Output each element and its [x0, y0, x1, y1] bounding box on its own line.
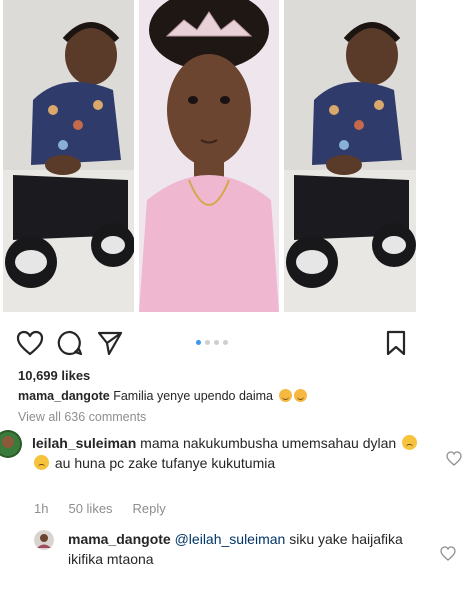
photo-girl-center	[139, 0, 279, 312]
comment-body-part2: au huna pc zake tufanye kukutumia	[54, 455, 276, 471]
comment-like-icon[interactable]	[446, 451, 462, 466]
bookmark-icon[interactable]	[382, 330, 410, 356]
reply-button[interactable]: Reply	[133, 501, 166, 516]
carousel-dot	[214, 340, 219, 345]
reply-mention[interactable]: @leilah_suleiman	[175, 531, 286, 547]
emoji-icon	[34, 455, 49, 470]
avatar[interactable]	[34, 530, 54, 550]
reply-username[interactable]: mama_dangote	[68, 531, 171, 547]
comment-meta: 1h 50 likes Reply	[34, 501, 166, 516]
view-all-comments-link[interactable]: View all 636 comments	[18, 410, 146, 424]
comment-time: 1h	[34, 501, 49, 516]
emoji-icon	[293, 389, 307, 402]
comment-likes[interactable]: 50 likes	[68, 501, 112, 516]
carousel-dot	[196, 340, 201, 345]
comment-body-part1: mama nakukumbusha umemsahau dylan	[140, 435, 397, 451]
photo-boy-right	[284, 0, 416, 312]
photo-boy-left	[3, 0, 134, 312]
heart-icon[interactable]	[16, 330, 44, 356]
post-action-bar	[0, 322, 466, 362]
comment-icon[interactable]	[56, 330, 84, 356]
post-image-collage[interactable]	[0, 0, 466, 316]
caption-username[interactable]: mama_dangote	[18, 389, 110, 403]
emoji-icon	[278, 389, 292, 402]
reply-text: mama_dangote @leilah_suleiman siku yake …	[68, 529, 418, 569]
likes-count[interactable]: 10,699 likes	[18, 368, 90, 383]
share-icon[interactable]	[96, 330, 124, 356]
emoji-icon	[402, 435, 418, 450]
post-caption: mama_dangote Familia yenye upendo daima	[18, 389, 307, 403]
reply-like-icon[interactable]	[440, 546, 456, 561]
avatar[interactable]	[0, 430, 22, 458]
carousel-dot	[205, 340, 210, 345]
comment-text: leilah_suleiman mama nakukumbusha umemsa…	[32, 433, 422, 473]
carousel-dot	[223, 340, 228, 345]
carousel-indicator	[196, 340, 228, 345]
caption-text: Familia yenye upendo daima	[113, 389, 274, 403]
comment-username[interactable]: leilah_suleiman	[32, 435, 136, 451]
